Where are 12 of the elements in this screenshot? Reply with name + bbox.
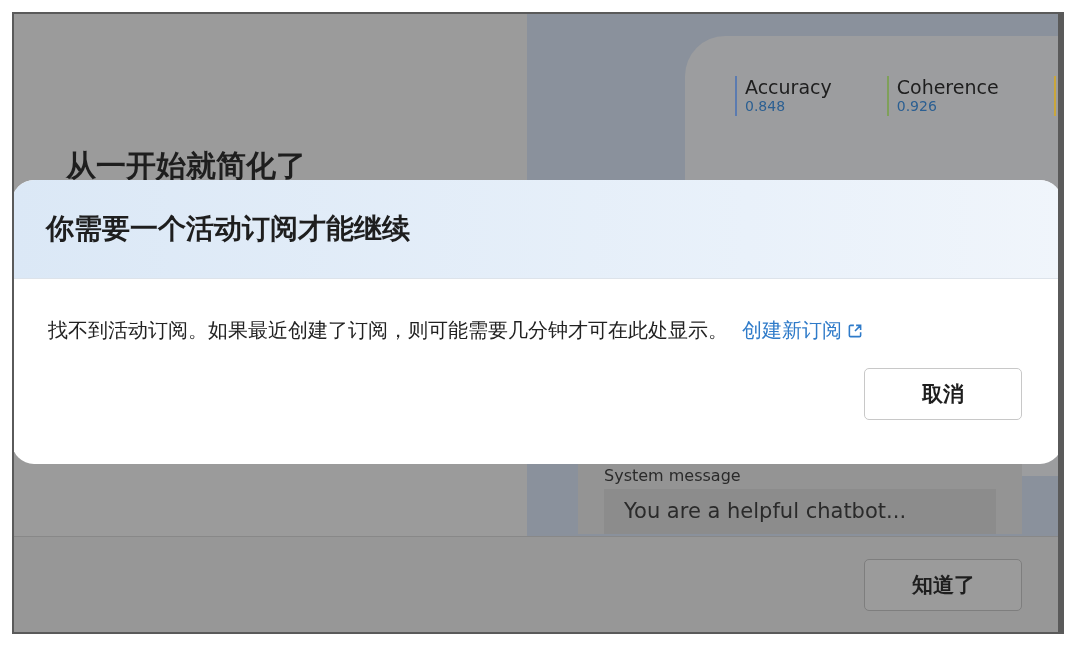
got-it-button[interactable]: 知道了 [864,558,1022,611]
metric-value: 0.848 [745,98,787,114]
system-message-field[interactable]: You are a helpful chatbot... [604,489,996,534]
field-label: System message [604,466,742,485]
dialog-message: 找不到活动订阅。如果最近创建了订阅，则可能需要几分钟才可在此处显示。 [48,317,728,344]
cancel-button[interactable]: 取消 [864,368,1022,420]
dialog-title: 你需要一个活动订阅才能继续 [46,211,410,247]
metric-label: Accuracy [745,76,832,98]
metric-value: 0.926 [896,98,938,114]
metric-label: Coherence [896,76,999,98]
page-heading: 从一开始就简化了 [66,147,307,185]
create-subscription-link[interactable]: 创建新订阅 [742,317,864,344]
